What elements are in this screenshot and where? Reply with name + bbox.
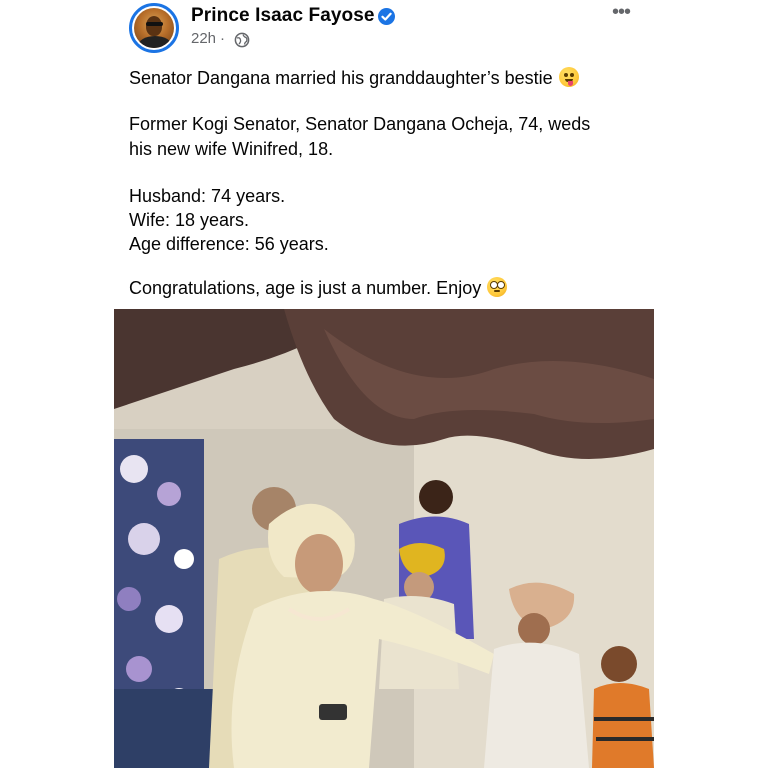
post-line-text: Age difference: 56 years.: [129, 234, 329, 254]
post-line-text: Husband: 74 years.: [129, 186, 286, 206]
post-photo[interactable]: [114, 309, 654, 768]
post-line: Senator Dangana married his granddaughte…: [129, 66, 579, 90]
more-options-icon[interactable]: •••: [612, 2, 638, 22]
post-line-text: Former Kogi Senator, Senator Dangana Och…: [129, 114, 591, 134]
globe-icon: [234, 32, 250, 48]
author-name[interactable]: Prince Isaac Fayose: [191, 5, 375, 27]
wedding-photo-illustration: [114, 309, 654, 768]
avatar-photo: [134, 8, 174, 48]
zany-face-emoji: [558, 67, 579, 87]
post-line-text: his new wife Winifred, 18.: [129, 139, 334, 159]
meta-separator: ·: [220, 30, 225, 47]
face-with-rolling-eyes-emoji: [487, 277, 508, 297]
author-avatar[interactable]: [129, 3, 179, 53]
post-line-text: Wife: 18 years.: [129, 210, 250, 230]
post-timestamp[interactable]: 22h: [191, 30, 216, 47]
post-line-text: Senator Dangana married his granddaughte…: [129, 68, 553, 88]
post-line-text: Congratulations, age is just a number. E…: [129, 278, 482, 298]
verified-badge-icon: [378, 8, 395, 25]
facebook-post: Prince Isaac Fayose 22h · ••• Senator Da…: [0, 0, 768, 768]
post-line: Congratulations, age is just a number. E…: [129, 276, 508, 300]
